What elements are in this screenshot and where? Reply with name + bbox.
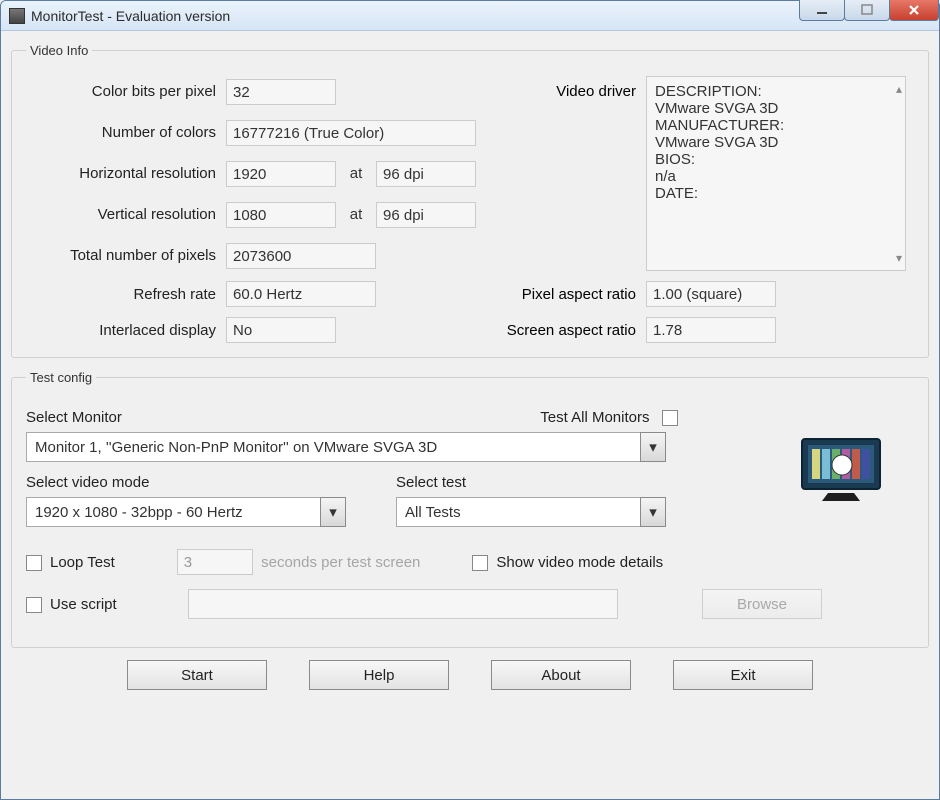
chevron-down-icon[interactable]: ▾ bbox=[640, 432, 666, 462]
label-select-monitor: Select Monitor bbox=[26, 409, 122, 426]
value-v-dpi: 96 dpi bbox=[376, 202, 476, 228]
label-pixel-ar: Pixel aspect ratio bbox=[486, 286, 646, 303]
chevron-down-icon[interactable]: ▾ bbox=[320, 497, 346, 527]
exit-button[interactable]: Exit bbox=[673, 660, 813, 690]
value-color-bits: 32 bbox=[226, 79, 336, 105]
value-num-colors: 16777216 (True Color) bbox=[226, 120, 476, 146]
client-area: Video Info Color bits per pixel 32 Video… bbox=[1, 31, 939, 700]
window-buttons bbox=[800, 0, 939, 21]
titlebar[interactable]: MonitorTest - Evaluation version bbox=[1, 1, 939, 31]
close-icon bbox=[907, 3, 921, 17]
close-button[interactable] bbox=[889, 0, 939, 21]
label-interlaced: Interlaced display bbox=[26, 322, 226, 339]
label-h-res: Horizontal resolution bbox=[26, 165, 226, 182]
label-select-mode: Select video mode bbox=[26, 474, 316, 491]
start-button[interactable]: Start bbox=[127, 660, 267, 690]
label-color-bits: Color bits per pixel bbox=[26, 83, 226, 100]
select-monitor-value: Monitor 1, ''Generic Non-PnP Monitor'' o… bbox=[26, 432, 640, 462]
value-screen-ar: 1.78 bbox=[646, 317, 776, 343]
select-test-combo[interactable]: All Tests ▾ bbox=[396, 497, 666, 527]
label-show-details: Show video mode details bbox=[496, 554, 663, 571]
checkbox-use-script[interactable] bbox=[26, 597, 42, 613]
video-driver-box: DESCRIPTION: VMware SVGA 3D MANUFACTURER… bbox=[646, 76, 906, 271]
test-config-group: Test config Select Monitor Test All Moni… bbox=[11, 370, 929, 648]
label-video-driver: Video driver bbox=[486, 83, 646, 100]
script-path-input[interactable] bbox=[188, 589, 618, 619]
seconds-input[interactable]: 3 bbox=[177, 549, 253, 575]
label-refresh: Refresh rate bbox=[26, 286, 226, 303]
browse-button[interactable]: Browse bbox=[702, 589, 822, 619]
about-button[interactable]: About bbox=[491, 660, 631, 690]
label-num-colors: Number of colors bbox=[26, 124, 226, 141]
monitor-illustration-icon bbox=[798, 435, 888, 509]
value-h-dpi: 96 dpi bbox=[376, 161, 476, 187]
maximize-button[interactable] bbox=[844, 0, 890, 21]
chevron-down-icon[interactable]: ▾ bbox=[640, 497, 666, 527]
label-use-script: Use script bbox=[50, 596, 117, 613]
select-mode-combo[interactable]: 1920 x 1080 - 32bpp - 60 Hertz ▾ bbox=[26, 497, 346, 527]
label-select-test: Select test bbox=[396, 474, 466, 491]
video-driver-text[interactable]: DESCRIPTION: VMware SVGA 3D MANUFACTURER… bbox=[646, 76, 906, 271]
select-test-value: All Tests bbox=[396, 497, 640, 527]
label-screen-ar: Screen aspect ratio bbox=[486, 322, 646, 339]
label-loop-test: Loop Test bbox=[50, 554, 115, 571]
minimize-button[interactable] bbox=[799, 0, 845, 21]
checkbox-loop-test[interactable] bbox=[26, 555, 42, 571]
checkbox-show-details[interactable] bbox=[472, 555, 488, 571]
label-at-v: at bbox=[336, 206, 376, 223]
scroll-up-icon[interactable]: ▴ bbox=[896, 82, 902, 96]
app-window: MonitorTest - Evaluation version Video I… bbox=[0, 0, 940, 800]
select-mode-value: 1920 x 1080 - 32bpp - 60 Hertz bbox=[26, 497, 320, 527]
maximize-icon bbox=[861, 4, 873, 16]
value-v-res: 1080 bbox=[226, 202, 336, 228]
value-interlaced: No bbox=[226, 317, 336, 343]
value-h-res: 1920 bbox=[226, 161, 336, 187]
label-v-res: Vertical resolution bbox=[26, 206, 226, 223]
select-monitor-combo[interactable]: Monitor 1, ''Generic Non-PnP Monitor'' o… bbox=[26, 432, 666, 462]
value-refresh: 60.0 Hertz bbox=[226, 281, 376, 307]
scroll-down-icon[interactable]: ▾ bbox=[896, 251, 902, 265]
label-at-h: at bbox=[336, 165, 376, 182]
label-total-pixels: Total number of pixels bbox=[26, 247, 226, 264]
video-info-group: Video Info Color bits per pixel 32 Video… bbox=[11, 43, 929, 358]
video-info-legend: Video Info bbox=[26, 43, 92, 58]
label-test-all: Test All Monitors bbox=[540, 409, 649, 426]
label-seconds-per: seconds per test screen bbox=[261, 554, 420, 571]
value-pixel-ar: 1.00 (square) bbox=[646, 281, 776, 307]
app-icon bbox=[9, 8, 25, 24]
checkbox-test-all[interactable] bbox=[662, 410, 678, 426]
test-config-legend: Test config bbox=[26, 370, 96, 385]
minimize-icon bbox=[816, 4, 828, 16]
window-title: MonitorTest - Evaluation version bbox=[31, 8, 230, 24]
action-button-row: Start Help About Exit bbox=[11, 660, 929, 690]
value-total-pixels: 2073600 bbox=[226, 243, 376, 269]
video-info-grid: Color bits per pixel 32 Video driver DES… bbox=[26, 76, 914, 343]
help-button[interactable]: Help bbox=[309, 660, 449, 690]
